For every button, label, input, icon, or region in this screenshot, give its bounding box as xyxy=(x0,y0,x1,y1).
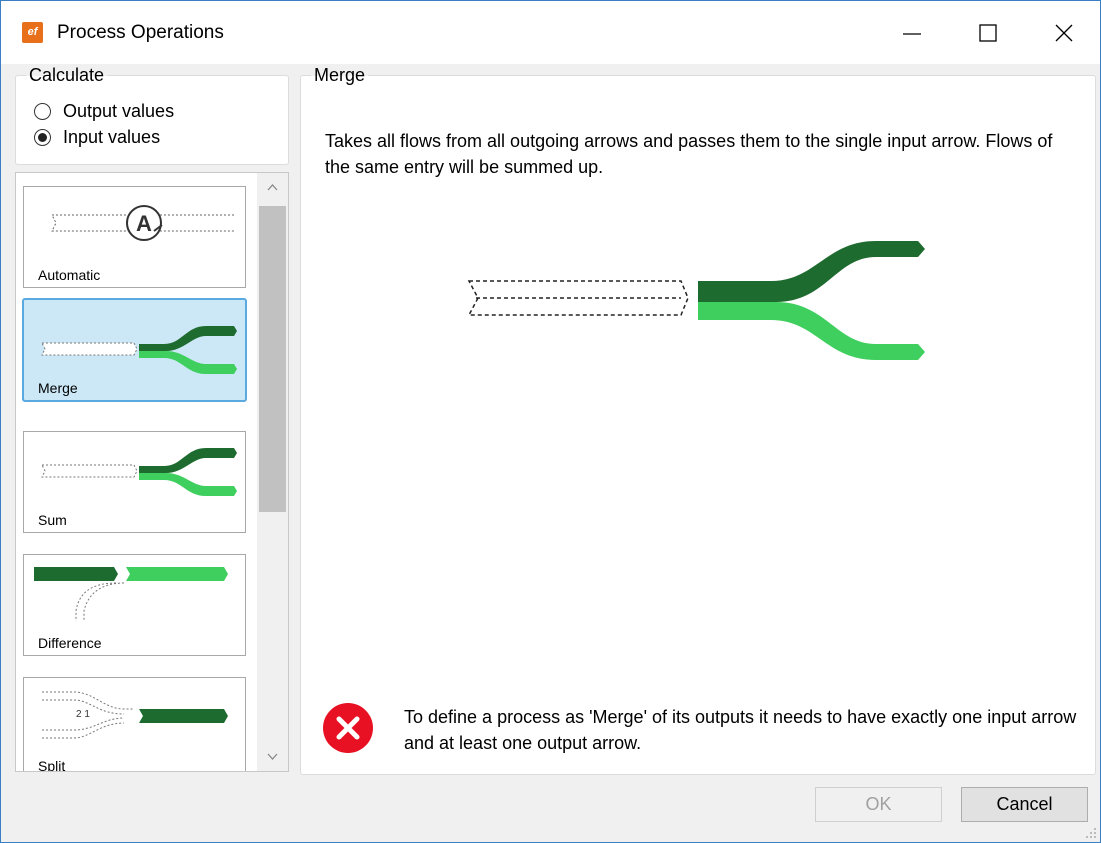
scroll-down-button[interactable] xyxy=(257,747,288,767)
item-label: Sum xyxy=(38,512,67,528)
maximize-button[interactable] xyxy=(949,1,1027,64)
radio-label: Input values xyxy=(63,127,161,147)
svg-text:A: A xyxy=(136,211,152,236)
list-item-difference[interactable]: Difference xyxy=(23,554,246,656)
item-label: Difference xyxy=(38,635,102,651)
ok-button[interactable]: OK xyxy=(815,787,942,822)
close-icon xyxy=(1055,24,1073,42)
operations-list[interactable]: A Automatic Merge Sum Difference 2 1 Spl… xyxy=(15,172,289,772)
process-operations-window: ef Process Operations Calculate Output v… xyxy=(0,0,1101,843)
list-item-automatic[interactable]: A Automatic xyxy=(23,186,246,288)
detail-legend: Merge xyxy=(311,65,369,85)
item-label: Automatic xyxy=(38,267,101,283)
radio-input-values[interactable]: Input values xyxy=(34,126,160,148)
list-item-sum[interactable]: Sum xyxy=(23,431,246,533)
resize-grip-icon[interactable] xyxy=(1084,826,1098,840)
calculate-group: Calculate Output values Input values xyxy=(15,65,289,165)
list-item-merge[interactable]: Merge xyxy=(22,298,247,402)
list-item-split[interactable]: 2 1 Split xyxy=(23,677,246,772)
list-scrollbar[interactable] xyxy=(257,173,288,771)
window-title: Process Operations xyxy=(57,22,224,43)
cancel-button[interactable]: Cancel xyxy=(961,787,1088,822)
sum-icon xyxy=(41,448,237,496)
split-badge: 2 1 xyxy=(76,709,90,720)
chevron-down-icon xyxy=(267,753,278,760)
error-icon xyxy=(323,703,373,753)
calculate-legend: Calculate xyxy=(26,65,108,85)
merge-diagram xyxy=(467,241,925,360)
minimize-button[interactable] xyxy=(873,1,951,64)
chevron-up-icon xyxy=(267,184,278,191)
detail-group: Merge Takes all flows from all outgoing … xyxy=(300,65,1096,775)
maximize-icon xyxy=(979,24,997,42)
title-bar[interactable]: ef Process Operations xyxy=(1,1,1100,64)
radio-output-values[interactable]: Output values xyxy=(34,100,174,122)
radio-button[interactable] xyxy=(34,128,51,146)
merge-icon xyxy=(41,326,237,374)
error-message: To define a process as 'Merge' of its ou… xyxy=(404,707,1077,753)
minimize-icon xyxy=(903,33,921,35)
close-button[interactable] xyxy=(1025,1,1101,64)
scroll-thumb[interactable] xyxy=(259,206,286,512)
split-icon: 2 1 xyxy=(42,691,228,739)
scroll-up-button[interactable] xyxy=(257,177,288,197)
operation-description: Takes all flows from all outgoing arrows… xyxy=(325,131,1053,177)
app-icon: ef xyxy=(22,22,43,43)
radio-button[interactable] xyxy=(34,102,51,120)
radio-label: Output values xyxy=(63,101,175,121)
difference-icon xyxy=(34,567,228,621)
item-label: Split xyxy=(38,758,66,772)
automatic-icon: A xyxy=(51,205,234,241)
item-label: Merge xyxy=(38,380,78,396)
